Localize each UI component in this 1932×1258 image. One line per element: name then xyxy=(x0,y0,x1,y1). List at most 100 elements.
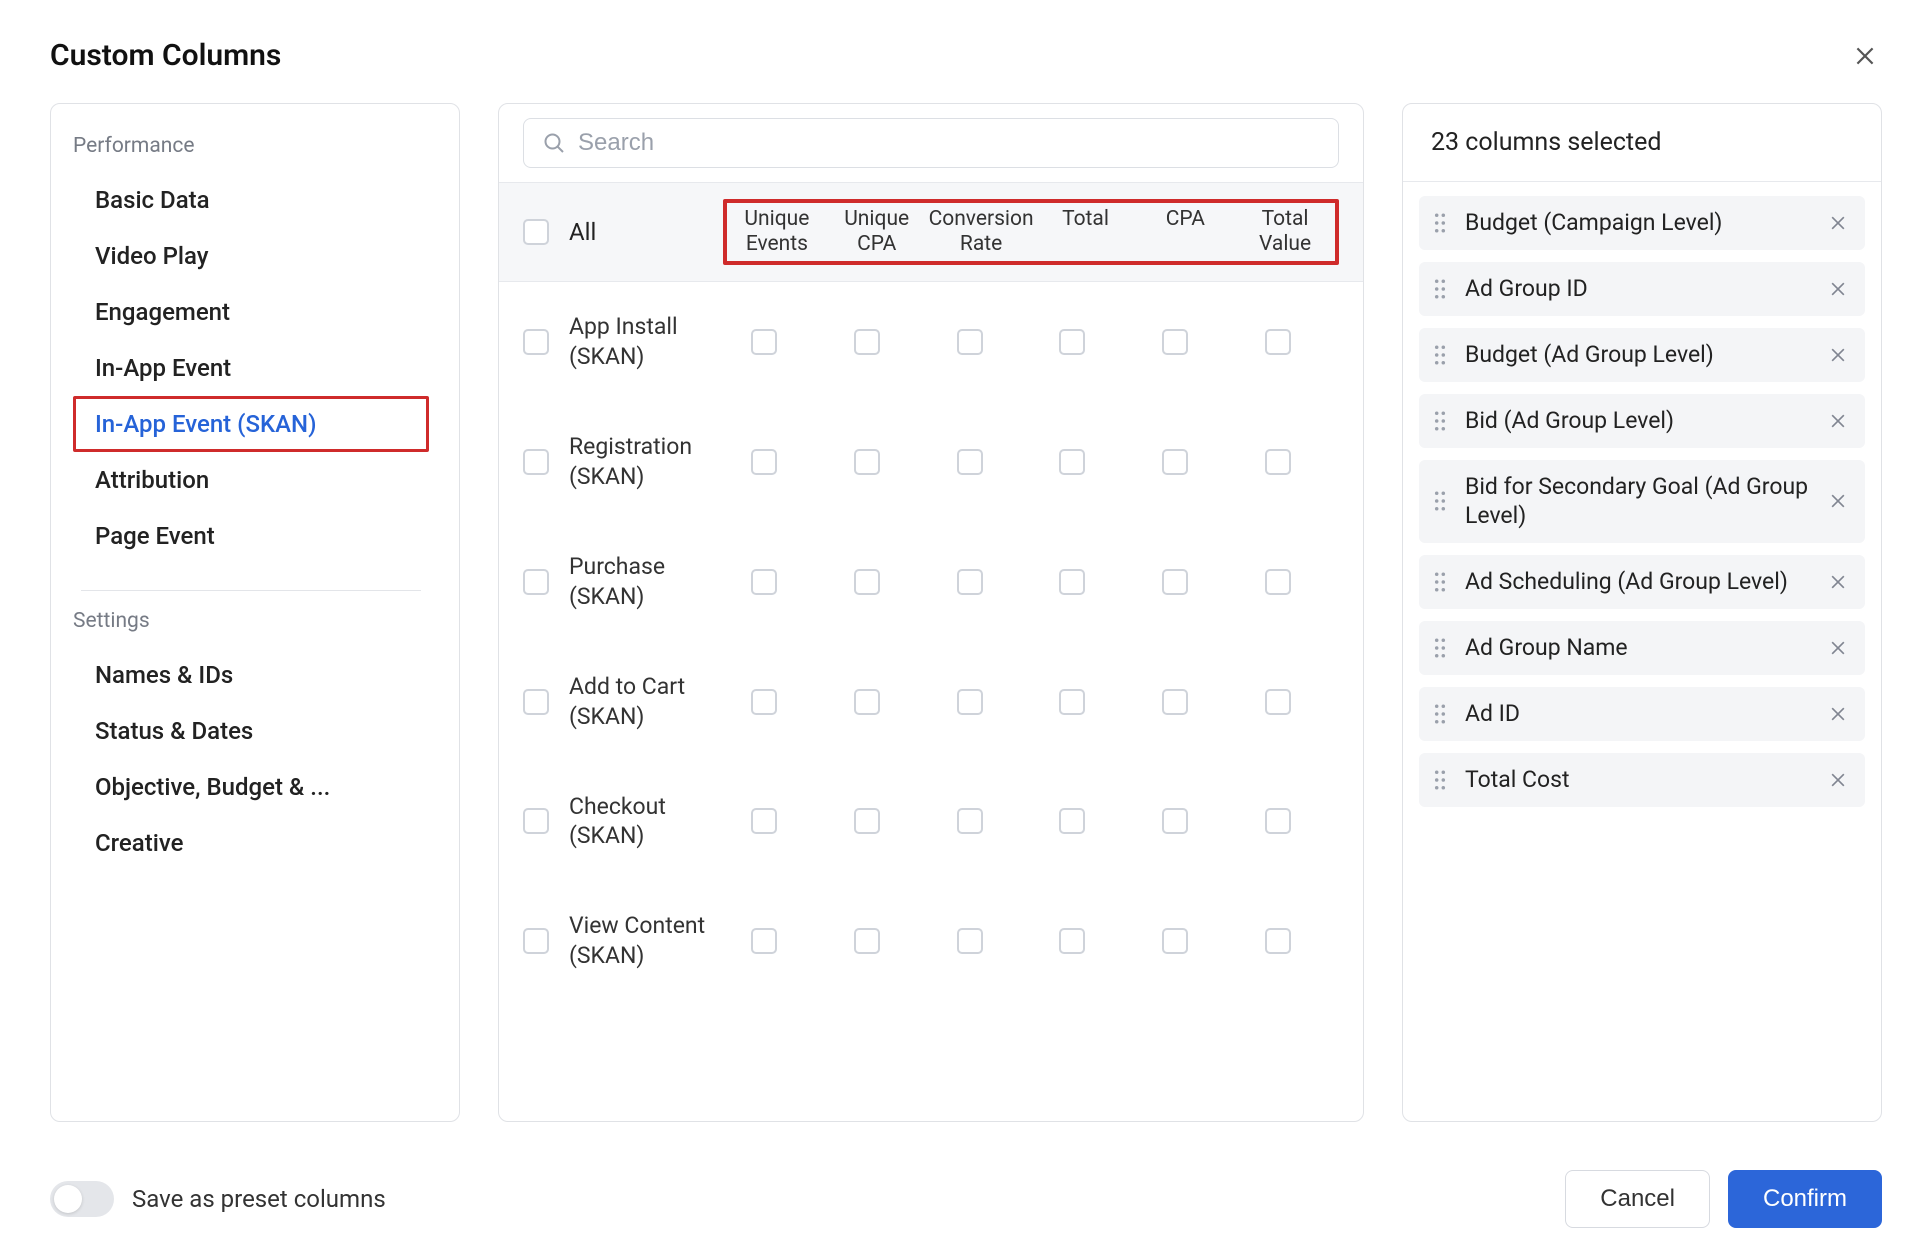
metric-checkbox[interactable] xyxy=(1059,329,1085,355)
remove-column-button[interactable] xyxy=(1825,701,1851,727)
metric-checkbox[interactable] xyxy=(1059,808,1085,834)
metric-checkbox[interactable] xyxy=(1162,928,1188,954)
sidebar-item[interactable]: In-App Event xyxy=(73,340,429,396)
metric-checkbox[interactable] xyxy=(1265,569,1291,595)
event-row-checkbox[interactable] xyxy=(523,689,549,715)
event-metric-cells xyxy=(723,685,1339,719)
metric-checkbox[interactable] xyxy=(854,808,880,834)
event-row-checkbox[interactable] xyxy=(523,808,549,834)
remove-column-button[interactable] xyxy=(1825,569,1851,595)
metric-column-header: CPA xyxy=(1135,207,1235,257)
metric-cell xyxy=(723,449,826,475)
sidebar-item[interactable]: Engagement xyxy=(73,284,429,340)
metric-checkbox[interactable] xyxy=(1162,569,1188,595)
remove-column-button[interactable] xyxy=(1825,635,1851,661)
sidebar-item[interactable]: Page Event xyxy=(73,508,429,564)
sidebar-scroll[interactable]: PerformanceBasic DataVideo PlayEngagemen… xyxy=(51,104,459,1121)
event-row: View Content (SKAN) xyxy=(499,881,1363,1001)
metric-checkbox[interactable] xyxy=(1059,449,1085,475)
drag-handle-icon[interactable] xyxy=(1433,490,1449,512)
metric-checkbox[interactable] xyxy=(1059,689,1085,715)
metric-checkbox[interactable] xyxy=(854,928,880,954)
event-row-checkbox[interactable] xyxy=(523,449,549,475)
selected-column-item[interactable]: Ad Scheduling (Ad Group Level) xyxy=(1419,555,1865,609)
event-name: Registration (SKAN) xyxy=(569,432,719,492)
metric-checkbox[interactable] xyxy=(854,449,880,475)
remove-column-button[interactable] xyxy=(1825,767,1851,793)
drag-handle-icon[interactable] xyxy=(1433,637,1449,659)
remove-column-button[interactable] xyxy=(1825,488,1851,514)
metric-checkbox[interactable] xyxy=(1265,329,1291,355)
close-button[interactable] xyxy=(1848,39,1882,73)
sidebar-item[interactable]: In-App Event (SKAN) xyxy=(73,396,429,452)
metric-checkbox[interactable] xyxy=(1265,449,1291,475)
sidebar-item[interactable]: Attribution xyxy=(73,452,429,508)
metric-checkbox[interactable] xyxy=(751,689,777,715)
event-list[interactable]: App Install (SKAN)Registration (SKAN)Pur… xyxy=(499,282,1363,1121)
metric-checkbox[interactable] xyxy=(957,928,983,954)
event-row-checkbox[interactable] xyxy=(523,329,549,355)
remove-column-button[interactable] xyxy=(1825,210,1851,236)
metric-checkbox[interactable] xyxy=(854,569,880,595)
sidebar-item[interactable]: Status & Dates xyxy=(73,703,429,759)
drag-handle-icon[interactable] xyxy=(1433,278,1449,300)
metric-checkbox[interactable] xyxy=(751,449,777,475)
sidebar-item[interactable]: Video Play xyxy=(73,228,429,284)
selected-column-item[interactable]: Budget (Campaign Level) xyxy=(1419,196,1865,250)
cancel-button[interactable]: Cancel xyxy=(1565,1170,1710,1228)
metric-checkbox[interactable] xyxy=(854,689,880,715)
metric-checkbox[interactable] xyxy=(1059,569,1085,595)
metric-column-header: Total xyxy=(1036,207,1136,257)
drag-handle-icon[interactable] xyxy=(1433,703,1449,725)
metric-column-header: Unique CPA xyxy=(827,207,927,257)
selected-column-item[interactable]: Ad ID xyxy=(1419,687,1865,741)
metric-checkbox[interactable] xyxy=(957,569,983,595)
selected-column-label: Ad ID xyxy=(1465,699,1809,729)
search-input[interactable] xyxy=(578,129,1320,157)
drag-handle-icon[interactable] xyxy=(1433,212,1449,234)
sidebar-item[interactable]: Objective, Budget & ... xyxy=(73,759,429,815)
selected-column-item[interactable]: Bid (Ad Group Level) xyxy=(1419,394,1865,448)
drag-handle-icon[interactable] xyxy=(1433,769,1449,791)
metric-checkbox[interactable] xyxy=(854,329,880,355)
sidebar-item[interactable]: Names & IDs xyxy=(73,647,429,703)
modal-footer: Save as preset columns Cancel Confirm xyxy=(50,1122,1882,1228)
sidebar-item[interactable]: Creative xyxy=(73,815,429,871)
selected-column-item[interactable]: Total Cost xyxy=(1419,753,1865,807)
remove-column-button[interactable] xyxy=(1825,342,1851,368)
metric-checkbox[interactable] xyxy=(1265,689,1291,715)
selected-column-item[interactable]: Ad Group ID xyxy=(1419,262,1865,316)
metric-checkbox[interactable] xyxy=(1162,689,1188,715)
selected-column-item[interactable]: Budget (Ad Group Level) xyxy=(1419,328,1865,382)
select-all-checkbox[interactable] xyxy=(523,219,549,245)
search-box[interactable] xyxy=(523,118,1339,168)
metric-checkbox[interactable] xyxy=(957,808,983,834)
metric-checkbox[interactable] xyxy=(957,689,983,715)
metric-checkbox[interactable] xyxy=(751,928,777,954)
metric-checkbox[interactable] xyxy=(751,569,777,595)
metric-checkbox[interactable] xyxy=(1265,808,1291,834)
event-row-checkbox[interactable] xyxy=(523,928,549,954)
sidebar-item[interactable]: Basic Data xyxy=(73,172,429,228)
drag-handle-icon[interactable] xyxy=(1433,410,1449,432)
metric-checkbox[interactable] xyxy=(1265,928,1291,954)
event-row-checkbox[interactable] xyxy=(523,569,549,595)
selected-column-item[interactable]: Bid for Secondary Goal (Ad Group Level) xyxy=(1419,460,1865,544)
metric-checkbox[interactable] xyxy=(1162,449,1188,475)
metric-checkbox[interactable] xyxy=(1059,928,1085,954)
selected-list[interactable]: Budget (Campaign Level) Ad Group ID Budget… xyxy=(1403,182,1881,1121)
confirm-button[interactable]: Confirm xyxy=(1728,1170,1882,1228)
remove-column-button[interactable] xyxy=(1825,408,1851,434)
preset-toggle[interactable] xyxy=(50,1181,114,1217)
drag-handle-icon[interactable] xyxy=(1433,344,1449,366)
metric-checkbox[interactable] xyxy=(957,329,983,355)
metric-checkbox[interactable] xyxy=(957,449,983,475)
selected-column-item[interactable]: Ad Group Name xyxy=(1419,621,1865,675)
metric-checkbox[interactable] xyxy=(1162,808,1188,834)
event-metric-cells xyxy=(723,445,1339,479)
metric-checkbox[interactable] xyxy=(751,329,777,355)
metric-checkbox[interactable] xyxy=(1162,329,1188,355)
remove-column-button[interactable] xyxy=(1825,276,1851,302)
drag-handle-icon[interactable] xyxy=(1433,571,1449,593)
metric-checkbox[interactable] xyxy=(751,808,777,834)
